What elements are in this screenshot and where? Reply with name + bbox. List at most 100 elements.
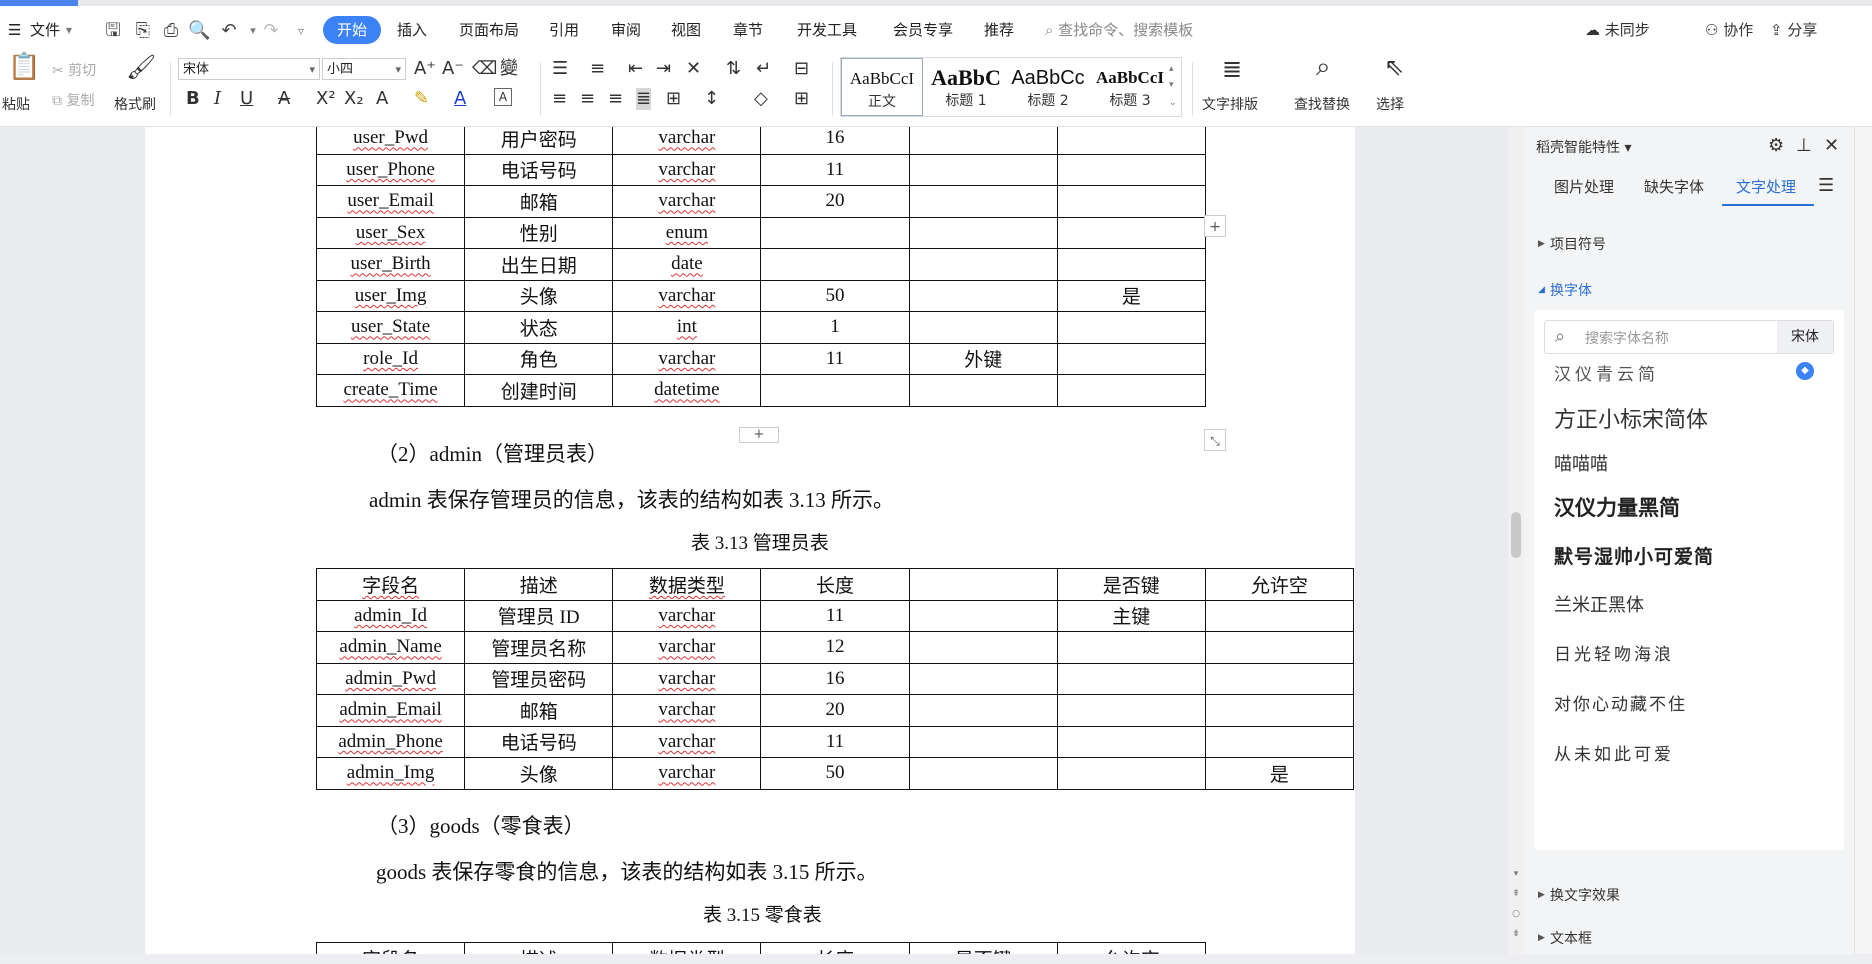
tab-home[interactable]: 开始: [323, 16, 382, 44]
table-cell[interactable]: [1056, 342, 1207, 375]
section-text-effect[interactable]: 换文字效果: [1550, 885, 1620, 905]
resize-table-icon[interactable]: ⤡: [1204, 429, 1226, 451]
table-cell[interactable]: admin_Name: [315, 631, 466, 664]
table-cell[interactable]: 状态: [464, 311, 614, 344]
table-cell[interactable]: admin_Pwd: [315, 662, 466, 695]
table-cell[interactable]: 邮箱: [464, 694, 614, 727]
table-cell[interactable]: datetime: [612, 374, 762, 407]
print-preview-icon[interactable]: 🔍: [188, 20, 210, 42]
save-icon[interactable]: 🖫: [102, 20, 124, 42]
table-cell[interactable]: [1056, 311, 1207, 344]
grow-font-icon[interactable]: A⁺: [414, 58, 436, 80]
table-cell[interactable]: varchar: [612, 662, 762, 695]
admin-table[interactable]: 字段名 描述 数据类型 长度 是否键 允许空 admin_Id 管理员 ID varchar 11…: [315, 568, 1355, 790]
font-item[interactable]: 方正小标宋简体: [1554, 402, 1708, 434]
table-cell[interactable]: 是: [1056, 279, 1207, 312]
table-cell[interactable]: 角色: [464, 342, 614, 375]
table-cell[interactable]: [908, 279, 1058, 312]
undo-icon[interactable]: ↶: [218, 20, 240, 42]
table-cell[interactable]: 主键: [1056, 599, 1206, 632]
section-bullets[interactable]: 项目符号: [1550, 234, 1606, 254]
sync-status-button[interactable]: ☁ 未同步: [1585, 16, 1650, 44]
table-cell[interactable]: 用户密码: [464, 127, 614, 155]
shrink-font-icon[interactable]: A⁻: [442, 58, 464, 80]
tab-references[interactable]: 引用: [549, 16, 579, 44]
customize-toolbar-icon[interactable]: ▿: [290, 20, 312, 42]
file-menu[interactable]: 文件: [30, 16, 60, 44]
table-cell[interactable]: 是否键: [1056, 568, 1206, 601]
font-item[interactable]: 喵喵喵: [1554, 450, 1608, 476]
table-cell[interactable]: 创建时间: [464, 374, 614, 407]
table-cell[interactable]: [1056, 127, 1207, 155]
table-cell[interactable]: [1204, 599, 1355, 632]
tab-developer[interactable]: 开发工具: [797, 16, 857, 44]
table-cell[interactable]: varchar: [612, 153, 762, 186]
tab-recommend[interactable]: 推荐: [984, 16, 1014, 44]
font-item[interactable]: 从未如此可爱: [1554, 740, 1674, 765]
table-cell[interactable]: 允许空: [1204, 568, 1355, 601]
prev-page-icon[interactable]: ⇞: [1510, 889, 1522, 899]
table-cell[interactable]: admin_Id: [315, 599, 466, 632]
chevron-down-icon[interactable]: ▾: [66, 16, 72, 44]
style-heading-3[interactable]: AaBbCcI 标题 3: [1089, 58, 1171, 116]
shading-icon[interactable]: ◇: [754, 88, 768, 110]
font-size-select[interactable]: 小四: [322, 58, 406, 81]
font-color-icon[interactable]: A: [454, 88, 466, 110]
table-cell[interactable]: 是: [1204, 757, 1355, 790]
table-cell[interactable]: [908, 185, 1058, 218]
superscript-icon[interactable]: X²: [316, 88, 336, 110]
tab-insert[interactable]: 插入: [397, 16, 427, 44]
table-cell[interactable]: varchar: [612, 631, 762, 664]
tab-image-processing[interactable]: 图片处理: [1554, 176, 1614, 197]
table-cell[interactable]: varchar: [612, 279, 762, 312]
table-cell[interactable]: 20: [760, 185, 910, 218]
table-cell[interactable]: 邮箱: [464, 185, 614, 218]
table-cell[interactable]: [908, 662, 1058, 695]
table-cell[interactable]: [1056, 694, 1206, 727]
table-cell[interactable]: [1204, 631, 1355, 664]
users-table-continued[interactable]: user_Pwd 用户密码 varchar 16 user_Phone 电话号码 varch…: [315, 127, 1207, 407]
highlight-icon[interactable]: ✎: [414, 88, 429, 110]
table-cell[interactable]: 16: [760, 662, 910, 695]
document-area[interactable]: user_Pwd 用户密码 varchar 16 user_Phone 电话号码 varch…: [0, 127, 1508, 964]
table-cell[interactable]: user_Img: [315, 279, 466, 312]
select-button[interactable]: 选择: [1376, 94, 1404, 114]
table-cell[interactable]: [908, 725, 1058, 758]
print-icon[interactable]: ⎙: [160, 20, 182, 42]
table-cell[interactable]: admin_Phone: [315, 725, 466, 758]
add-column-icon[interactable]: +: [1204, 215, 1226, 237]
table-cell[interactable]: [908, 248, 1058, 281]
table-cell[interactable]: 出生日期: [464, 248, 614, 281]
format-painter-icon[interactable]: 🖌: [126, 55, 156, 79]
table-cell[interactable]: 16: [760, 127, 910, 155]
table-cell[interactable]: 头像: [464, 757, 614, 790]
font-item[interactable]: 对你心动藏不住: [1554, 690, 1687, 715]
pin-icon[interactable]: ⊥: [1796, 135, 1812, 157]
table-cell[interactable]: varchar: [612, 127, 762, 155]
section-change-font[interactable]: 换字体: [1550, 280, 1592, 300]
justify-icon[interactable]: ≣: [636, 88, 652, 110]
tab-review[interactable]: 审阅: [611, 16, 641, 44]
table-cell[interactable]: admin_Email: [315, 694, 466, 727]
underline-icon[interactable]: U: [240, 88, 253, 110]
table-cell[interactable]: create_Time: [315, 374, 466, 407]
table-cell[interactable]: 50: [760, 279, 910, 312]
table-cell[interactable]: [760, 374, 910, 407]
table-cell[interactable]: [1056, 216, 1207, 249]
table-cell[interactable]: 外键: [908, 342, 1058, 375]
current-font-button[interactable]: 宋体: [1777, 321, 1833, 353]
table-cell[interactable]: [1056, 662, 1206, 695]
table-cell[interactable]: role_Id: [315, 342, 466, 375]
text-effect-icon[interactable]: A: [376, 88, 388, 110]
font-name-select[interactable]: 宋体: [178, 58, 320, 81]
table-cell[interactable]: [1056, 631, 1206, 664]
format-painter-button[interactable]: 格式刷: [114, 94, 156, 114]
clear-format-icon[interactable]: ⌫: [472, 58, 497, 80]
phonetic-guide-icon[interactable]: 變: [500, 58, 518, 80]
export-pdf-icon[interactable]: ⎘: [132, 20, 154, 42]
chinese-layout-icon[interactable]: ✕: [686, 58, 701, 80]
table-cell[interactable]: 1: [760, 311, 910, 344]
table-cell[interactable]: user_Sex: [315, 216, 466, 249]
table-cell[interactable]: 管理员密码: [464, 662, 614, 695]
align-right-icon[interactable]: ≡: [608, 88, 623, 110]
